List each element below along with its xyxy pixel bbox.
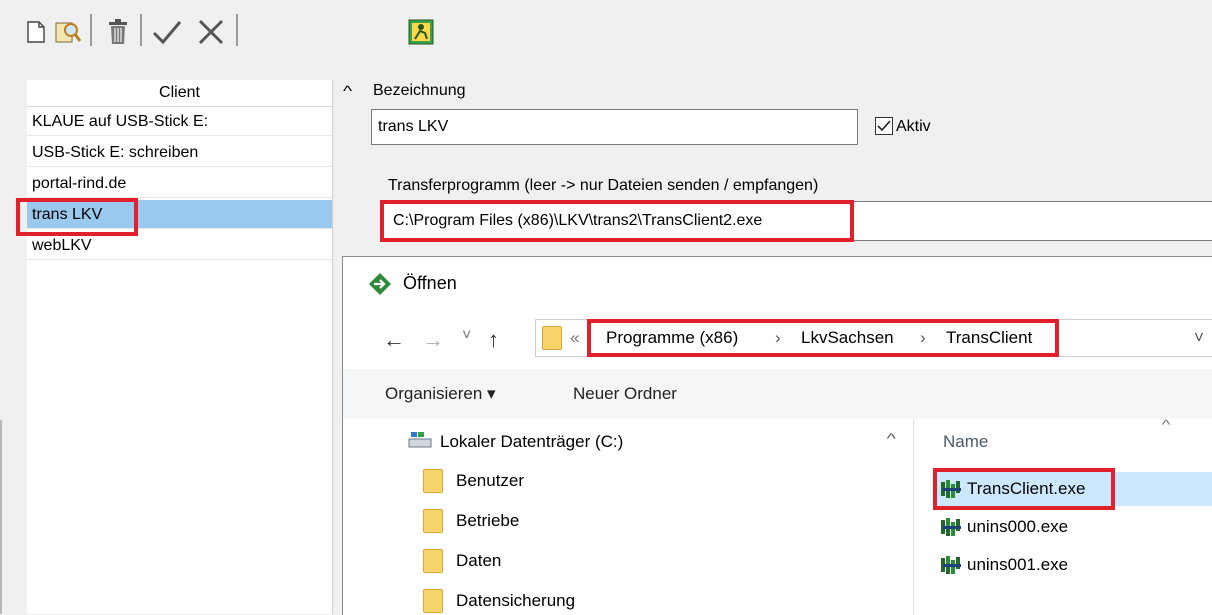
address-folder-icon <box>542 326 562 350</box>
toolbar-separator <box>90 14 92 46</box>
folder-icon <box>423 509 443 533</box>
transfer-path-highlight <box>380 200 854 242</box>
drive-icon <box>408 431 432 454</box>
selected-client-highlight <box>16 198 138 236</box>
name-column-header[interactable]: Name <box>943 432 988 452</box>
tree-folder-item[interactable]: Datensicherung <box>456 591 575 611</box>
confirm-check-icon[interactable] <box>150 16 184 48</box>
client-list-panel: Client KLAUE auf USB-Stick E: USB-Stick E… <box>27 80 333 614</box>
open-file-dialog: Öffnen ← → ˅ ↑ « Programme (x86) › LkvSa… <box>342 256 1212 615</box>
aktiv-checkbox[interactable] <box>875 117 893 135</box>
client-column-header[interactable]: Client <box>27 80 332 107</box>
client-list-item[interactable]: portal-rind.de <box>27 169 332 198</box>
client-list-item[interactable]: KLAUE auf USB-Stick E: <box>27 107 332 136</box>
new-document-icon[interactable] <box>24 16 48 48</box>
exe-file-icon <box>941 556 963 579</box>
bezeichnung-field[interactable]: trans LKV <box>371 109 858 145</box>
address-dropdown-icon[interactable]: ˅ <box>1194 328 1204 348</box>
recent-locations-icon[interactable]: ˅ <box>462 327 471 345</box>
pane-divider <box>913 419 914 615</box>
bezeichnung-label: Bezeichnung <box>373 82 466 99</box>
breadcrumb-highlight <box>587 319 1059 357</box>
client-list-item[interactable]: USB-Stick E: schreiben <box>27 138 332 167</box>
exe-file-icon <box>941 518 963 541</box>
folder-icon <box>423 549 443 573</box>
selected-file-highlight <box>933 468 1115 510</box>
tree-folder-item[interactable]: Benutzer <box>456 471 524 491</box>
search-record-icon[interactable] <box>54 16 82 48</box>
back-arrow-icon[interactable]: ← <box>383 327 405 353</box>
aktiv-label: Aktiv <box>896 118 931 135</box>
file-item[interactable]: unins001.exe <box>967 555 1068 575</box>
tree-scroll-up-icon[interactable]: ^ <box>887 430 896 446</box>
breadcrumb-overflow[interactable]: « <box>570 328 579 348</box>
up-arrow-icon[interactable]: ↑ <box>488 327 499 353</box>
toolbar-separator <box>140 14 142 46</box>
folder-icon <box>423 469 443 493</box>
transferprogramm-label: Transferprogramm (leer -> nur Dateien se… <box>388 177 819 194</box>
file-item[interactable]: unins000.exe <box>967 517 1068 537</box>
dialog-app-icon <box>368 272 392 301</box>
folder-icon <box>423 589 443 613</box>
collapse-section-icon[interactable]: ^ <box>343 83 352 100</box>
window-edge <box>0 420 2 614</box>
tree-folder-item[interactable]: Daten <box>456 551 501 571</box>
cancel-x-icon[interactable] <box>194 16 228 48</box>
dialog-command-bar: Organisieren ▾ Neuer Ordner <box>343 369 1212 419</box>
run-transfer-icon[interactable] <box>406 16 436 48</box>
dialog-title: Öffnen <box>403 273 457 293</box>
organize-button[interactable]: Organisieren ▾ <box>385 384 496 404</box>
new-folder-button[interactable]: Neuer Ordner <box>573 384 677 404</box>
toolbar-separator <box>236 14 238 46</box>
delete-trash-icon[interactable] <box>104 16 132 48</box>
tree-folder-item[interactable]: Betriebe <box>456 511 519 531</box>
sort-ascending-icon: ^ <box>1161 417 1171 432</box>
forward-arrow-icon[interactable]: → <box>422 327 444 353</box>
tree-drive-c[interactable]: Lokaler Datenträger (C:) <box>440 432 623 452</box>
